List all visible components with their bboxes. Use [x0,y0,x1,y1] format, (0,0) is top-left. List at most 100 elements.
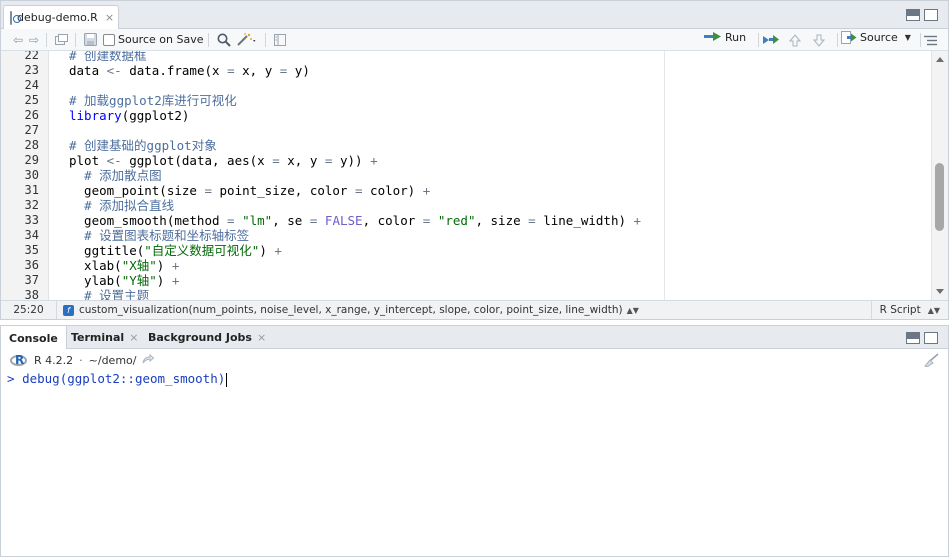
console-input-line[interactable]: > debug(ggplot2::geom_smooth) [7,371,228,387]
line-number: 34 [24,228,39,242]
code-token: color) [362,183,423,198]
line-code: geom_point(size = point_size, color = co… [69,183,430,198]
go-to-next-section-icon[interactable] [811,31,827,49]
save-icon[interactable] [81,31,99,49]
code-token: + [171,258,180,273]
function-scope-label[interactable]: custom_visualization(num_points, noise_l… [79,304,623,316]
code-token: ) [156,273,172,288]
code-token: "自定义数据可视化" [144,243,260,258]
tab-terminal-close-icon[interactable]: × [129,331,138,344]
code-line[interactable]: 24 [1,78,931,93]
toolbar-divider [837,33,838,47]
code-line[interactable]: 25 # 加载ggplot2库进行可视化 [1,93,931,108]
tab-background-jobs-close-icon[interactable]: × [257,331,266,344]
code-line[interactable]: 38 # 设置主题 [1,288,931,300]
forward-arrow-icon[interactable]: ⇨ [27,31,41,49]
line-number: 32 [24,198,39,212]
line-code: # 创建基础的ggplot对象 [69,138,217,153]
rerun-icon[interactable] [761,31,781,49]
code-token: geom_point(size [69,183,205,198]
editor-toolbar: ⇦ ⇨ Source on Save Run Source ▼ [1,29,948,51]
document-outline-icon[interactable] [271,31,289,49]
line-code: ggtitle("自定义数据可视化") + [69,243,282,258]
r-logo-icon: R [10,353,28,367]
code-line[interactable]: 29 plot <- ggplot(data, aes(x = x, y = y)… [1,153,931,168]
code-token: ylab( [69,273,122,288]
code-editor[interactable]: 22 # 创建数据框 23 data <- data.frame(x = x, y =… [1,51,948,300]
tab-console[interactable]: Console [1,326,67,350]
minimize-pane-icon[interactable] [906,9,920,21]
code-token: # 设置主题 [84,288,150,300]
code-line[interactable]: 30 # 添加散点图 [1,168,931,183]
console-command: debug(ggplot2::geom_smooth) [22,371,226,386]
line-code: plot <- ggplot(data, aes(x = x, y = y)) … [69,153,378,168]
scrollbar-thumb[interactable] [935,163,944,231]
line-code: # 添加散点图 [69,168,162,183]
console-pane: Console Terminal × Background Jobs × R R… [0,325,949,557]
code-line[interactable]: 34 # 设置图表标题和坐标轴标签 [1,228,931,243]
code-line[interactable]: 31 geom_point(size = point_size, color =… [1,183,931,198]
go-to-previous-section-icon[interactable] [787,31,803,49]
code-token: "lm" [242,213,273,228]
code-token: point_size, color [212,183,355,198]
tab-debug-demo[interactable]: debug-demo.R × [3,5,119,29]
code-token: ) [259,243,275,258]
scope-updown-icon[interactable]: ▲▼ [627,306,639,315]
code-line[interactable]: 33 geom_smooth(method = "lm", se = FALSE… [1,213,931,228]
code-line[interactable]: 36 xlab("X轴") + [1,258,931,273]
code-line[interactable]: 28 # 创建基础的ggplot对象 [1,138,931,153]
code-token: geom_smooth(method [69,213,228,228]
line-code: xlab("X轴") + [69,258,179,273]
code-line[interactable]: 22 # 创建数据框 [1,51,931,63]
maximize-pane-icon[interactable] [924,9,938,21]
scroll-up-icon[interactable] [936,57,944,62]
search-icon[interactable] [214,31,234,49]
line-number: 33 [24,213,39,227]
tab-background-jobs[interactable]: Background Jobs × [140,326,274,349]
code-token: "Y轴" [121,273,157,288]
source-icon [841,31,857,44]
code-line[interactable]: 35 ggtitle("自定义数据可视化") + [1,243,931,258]
code-token: # 加载ggplot2库进行可视化 [69,93,237,108]
editor-tabbar: debug-demo.R × [1,1,948,29]
code-token: x, y [279,153,325,168]
back-arrow-icon[interactable]: ⇦ [9,31,27,49]
code-token: = [272,153,280,168]
code-tools-wand-icon[interactable] [234,31,260,49]
tab-close-icon[interactable]: × [105,11,114,24]
code-line[interactable]: 32 # 添加拟合直线 [1,198,931,213]
line-number: 38 [24,288,39,300]
line-number: 24 [24,78,39,92]
outline-menu-icon[interactable] [921,31,939,49]
code-token: data.frame(x [121,63,228,78]
code-line[interactable]: 27 [1,123,931,138]
go-to-directory-icon[interactable] [142,353,155,367]
line-number: 37 [24,273,39,287]
file-type-selector[interactable]: R Script ▲▼ [870,301,948,319]
editor-vertical-scrollbar[interactable] [931,51,948,300]
code-line[interactable]: 37 ylab("Y轴") + [1,273,931,288]
code-token: # 创建基础的ggplot对象 [69,138,217,153]
tab-terminal[interactable]: Terminal × [63,326,146,349]
show-in-new-window-icon[interactable] [52,31,70,49]
maximize-pane-icon[interactable] [924,332,938,344]
code-line[interactable]: 23 data <- data.frame(x = x, y = y) [1,63,931,78]
code-token: line_width) [535,213,634,228]
source-dropdown-icon[interactable]: ▼ [905,33,911,42]
code-token: data [69,63,107,78]
source-button[interactable]: Source ▼ [841,31,911,44]
minimize-pane-icon[interactable] [906,332,920,344]
code-line[interactable]: 26 library(ggplot2) [1,108,931,123]
clear-console-icon[interactable] [922,353,940,367]
console-tabbar: Console Terminal × Background Jobs × [1,326,948,350]
line-code: # 设置主题 [69,288,149,300]
run-button[interactable]: Run [704,31,746,44]
console-output[interactable]: > debug(ggplot2::geom_smooth) [1,371,948,556]
line-number: 23 [24,63,39,77]
scroll-down-icon[interactable] [936,289,944,294]
source-on-save-checkbox[interactable] [103,33,115,46]
line-number: 28 [24,138,39,152]
code-lines: 22 # 创建数据框 23 data <- data.frame(x = x, y =… [1,51,931,300]
